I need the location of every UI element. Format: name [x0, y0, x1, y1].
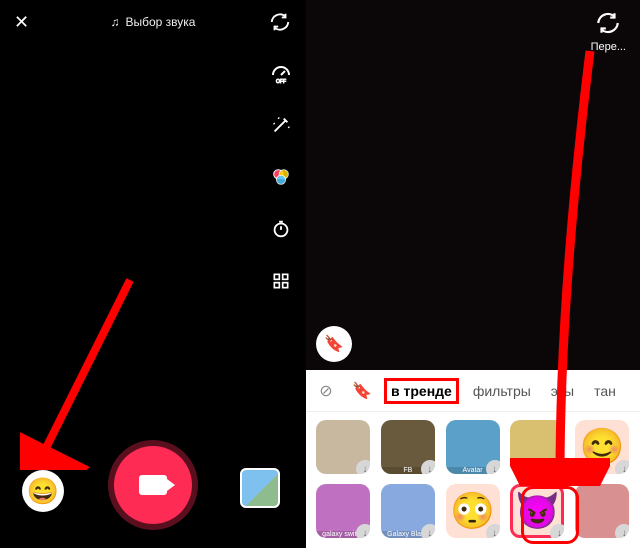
sound-select[interactable]: ♫ Выбор звука — [38, 15, 268, 29]
grid-icon — [271, 271, 291, 291]
filters-icon — [270, 166, 292, 188]
effect-glow[interactable]: ↓ — [510, 420, 564, 474]
tab-filters[interactable]: фильтры — [467, 379, 537, 403]
download-icon: ↓ — [421, 524, 435, 538]
download-icon: ↓ — [486, 524, 500, 538]
wand-icon — [270, 114, 292, 136]
filters-button[interactable] — [266, 162, 296, 192]
saved-effects-button[interactable]: 🔖 — [316, 326, 352, 362]
effect-flushed[interactable]: 😳↓ — [446, 484, 500, 538]
effect-galaxy-blank[interactable]: Galaxy Blank↓ — [381, 484, 435, 538]
effect-blush-face[interactable]: 😊↓ — [575, 420, 629, 474]
effects-button[interactable]: 😄 — [22, 470, 64, 512]
flip-camera-button-2[interactable] — [595, 10, 621, 39]
tab-none[interactable]: ⊘ — [312, 381, 340, 401]
download-icon: ↓ — [550, 460, 564, 474]
flip-icon — [269, 11, 291, 33]
annotation-box-effect — [521, 486, 579, 544]
timer-icon — [270, 218, 292, 240]
download-icon: ↓ — [615, 460, 629, 474]
bookmark-icon: 🔖 — [324, 334, 344, 354]
effect-queen[interactable]: ↓ — [316, 420, 370, 474]
record-button[interactable] — [114, 446, 192, 524]
speed-button[interactable]: OFF — [266, 58, 296, 88]
effect-galaxy-switch[interactable]: galaxy switch↓ — [316, 484, 370, 538]
more-button[interactable] — [266, 266, 296, 296]
effect-avatar[interactable]: Avatar↓ — [446, 420, 500, 474]
camera-icon — [139, 475, 167, 495]
music-note-icon: ♫ — [111, 15, 120, 29]
tab-partial-1[interactable]: эты — [545, 379, 580, 403]
download-icon: ↓ — [486, 460, 500, 474]
smiley-icon: 😄 — [27, 476, 59, 507]
download-icon: ↓ — [615, 524, 629, 538]
effects-panel: ⊘ 🔖 в тренде фильтры эты тан ↓FB↓Avatar↓… — [306, 370, 640, 548]
effect-lipstick[interactable]: ↓ — [575, 484, 629, 538]
speedometer-icon: OFF — [269, 61, 293, 85]
flip-icon — [595, 10, 621, 36]
effect-fb[interactable]: FB↓ — [381, 420, 435, 474]
download-icon: ↓ — [356, 524, 370, 538]
svg-text:OFF: OFF — [276, 79, 286, 85]
download-icon: ↓ — [421, 460, 435, 474]
tab-bookmark[interactable]: 🔖 — [348, 381, 376, 401]
upload-button[interactable] — [240, 468, 280, 508]
close-button[interactable]: ✕ — [14, 12, 38, 33]
flip-camera-button[interactable] — [268, 11, 292, 33]
flip-label: Пере... — [591, 41, 626, 53]
timer-button[interactable] — [266, 214, 296, 244]
tab-partial-2[interactable]: тан — [588, 379, 622, 403]
sound-select-label: Выбор звука — [126, 15, 196, 29]
beauty-button[interactable] — [266, 110, 296, 140]
tab-trending[interactable]: в тренде — [384, 378, 459, 404]
annotation-arrow-left — [20, 270, 140, 470]
download-icon: ↓ — [356, 460, 370, 474]
